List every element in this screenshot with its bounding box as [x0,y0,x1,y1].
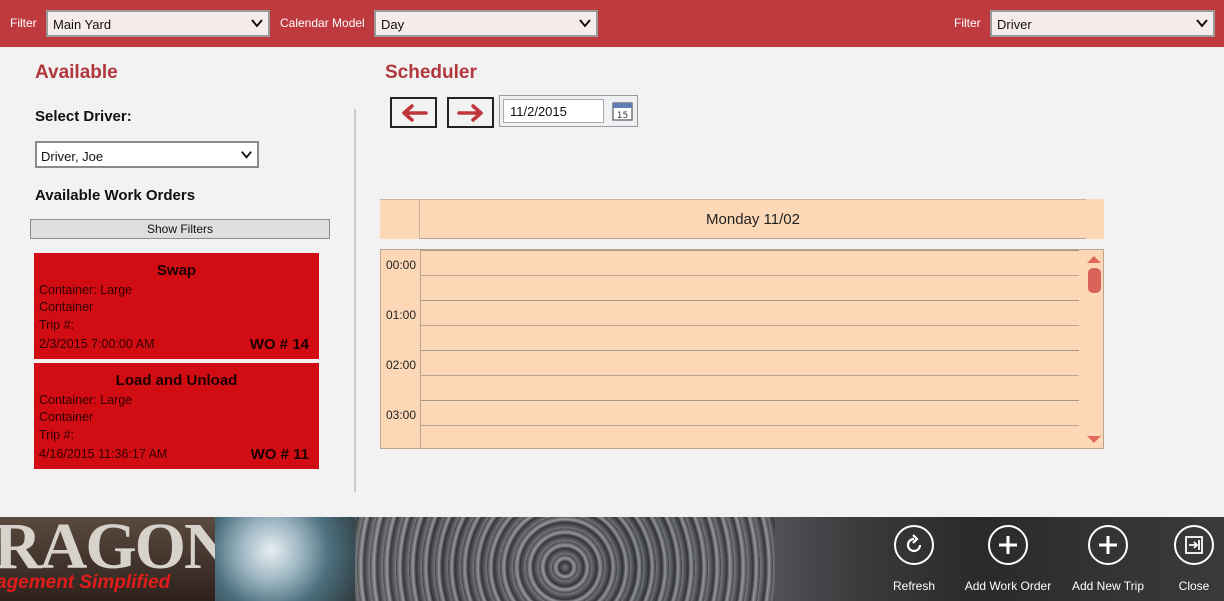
work-order-container-2: Container [39,300,94,314]
yard-filter-select[interactable]: Main Yard [46,10,270,37]
work-order-title: Load and Unload [115,372,238,389]
add-new-trip-button[interactable]: Add New Trip [1060,525,1156,593]
filter-label: Filter [10,16,37,30]
work-order-title: Swap [156,262,197,279]
work-order-datetime: 4/16/2015 11:36:17 AM [39,447,168,461]
calendar-model-select[interactable]: Day [374,10,598,37]
header-top-line [380,199,1086,200]
work-order-trip: Trip #: [39,318,74,332]
date-picker: 11/2/2015 15 [499,95,638,127]
time-label: 00:00 [386,258,417,272]
exit-icon [1185,536,1203,554]
scheduler-title: Scheduler [385,62,477,83]
driver-select-value: Driver, Joe [41,149,104,164]
time-label: 02:00 [386,358,417,372]
chevron-down-icon [1196,19,1208,28]
close-button[interactable]: Close [1146,525,1224,593]
driver-select[interactable]: Driver, Joe [35,141,259,168]
panel-divider [354,109,356,492]
calendar-icon[interactable]: 15 [612,100,633,121]
slot-line [421,300,1079,301]
driver-filter-select[interactable]: Driver [990,10,1215,37]
scroll-down-arrow[interactable] [1087,436,1101,443]
slot-line [421,400,1079,401]
plus-icon [999,536,1017,554]
scroll-up-arrow[interactable] [1087,256,1101,263]
work-order-card[interactable]: Swap Container: Large Container Trip #: … [34,253,319,359]
add-work-order-label: Add Work Order [964,579,1052,593]
slot-line [421,325,1079,326]
slot-line [421,250,1079,251]
calendar-header: Monday 11/02 [380,199,1104,239]
work-order-number: WO # 14 [249,336,309,353]
calendar-corner [380,199,420,239]
driver-filter-value: Driver [997,17,1032,32]
day-column-header[interactable]: Monday 11/02 [420,211,1086,228]
time-label: 03:00 [386,408,417,422]
available-title: Available [35,62,118,83]
plus-icon [1099,536,1117,554]
work-order-card[interactable]: Load and Unload Container: Large Contain… [34,363,319,469]
show-filters-button[interactable]: Show Filters [30,219,330,239]
next-day-button[interactable] [447,97,494,128]
calendar-scrollbar[interactable] [1084,250,1103,448]
chevron-down-icon [579,19,591,28]
previous-day-button[interactable] [390,97,437,128]
calendar-model-value: Day [381,17,405,32]
banner-art [215,517,355,601]
top-filter-bar: Filter Main Yard Calendar Model Day Filt… [0,0,1224,47]
chevron-down-icon [251,19,263,28]
arrow-right-icon [457,104,483,122]
time-label: 01:00 [386,308,417,322]
refresh-button[interactable]: Refresh [866,525,962,593]
date-input[interactable]: 11/2/2015 [503,99,604,123]
work-order-container: Container: Large [39,283,133,297]
work-order-container: Container: Large [39,393,133,407]
calendar-model-label: Calendar Model [280,16,365,30]
select-driver-label: Select Driver: [35,108,132,125]
header-bottom-line [420,238,1086,239]
add-new-trip-label: Add New Trip [1071,579,1145,593]
slot-line [421,375,1079,376]
chevron-down-icon [241,151,252,159]
refresh-icon [906,534,922,553]
calendar-icon-day: 15 [617,111,628,121]
logo-subtext: agement Simplified [0,572,171,593]
close-label: Close [1178,579,1210,593]
slot-line [421,275,1079,276]
logo-banner: RAGON agement Simplified [0,517,232,601]
work-order-datetime: 2/3/2015 7:00:00 AM [39,337,155,351]
yard-filter-value: Main Yard [53,17,112,32]
work-order-container-2: Container [39,410,94,424]
scroll-thumb[interactable] [1088,268,1101,293]
bottom-app-bar: RAGON agement Simplified Refresh Add Wor… [0,517,1224,601]
add-work-order-button[interactable]: Add Work Order [960,525,1056,593]
available-work-orders-label: Available Work Orders [35,187,196,204]
driver-filter-label: Filter [954,16,981,30]
slot-line [421,425,1079,426]
work-order-trip: Trip #: [39,428,74,442]
calendar-day-grid[interactable]: 00:00 01:00 02:00 03:00 [380,249,1104,449]
arrow-left-icon [402,104,428,122]
refresh-label: Refresh [892,579,936,593]
banner-art [355,517,775,601]
work-order-number: WO # 11 [250,446,309,463]
slot-line [421,350,1079,351]
